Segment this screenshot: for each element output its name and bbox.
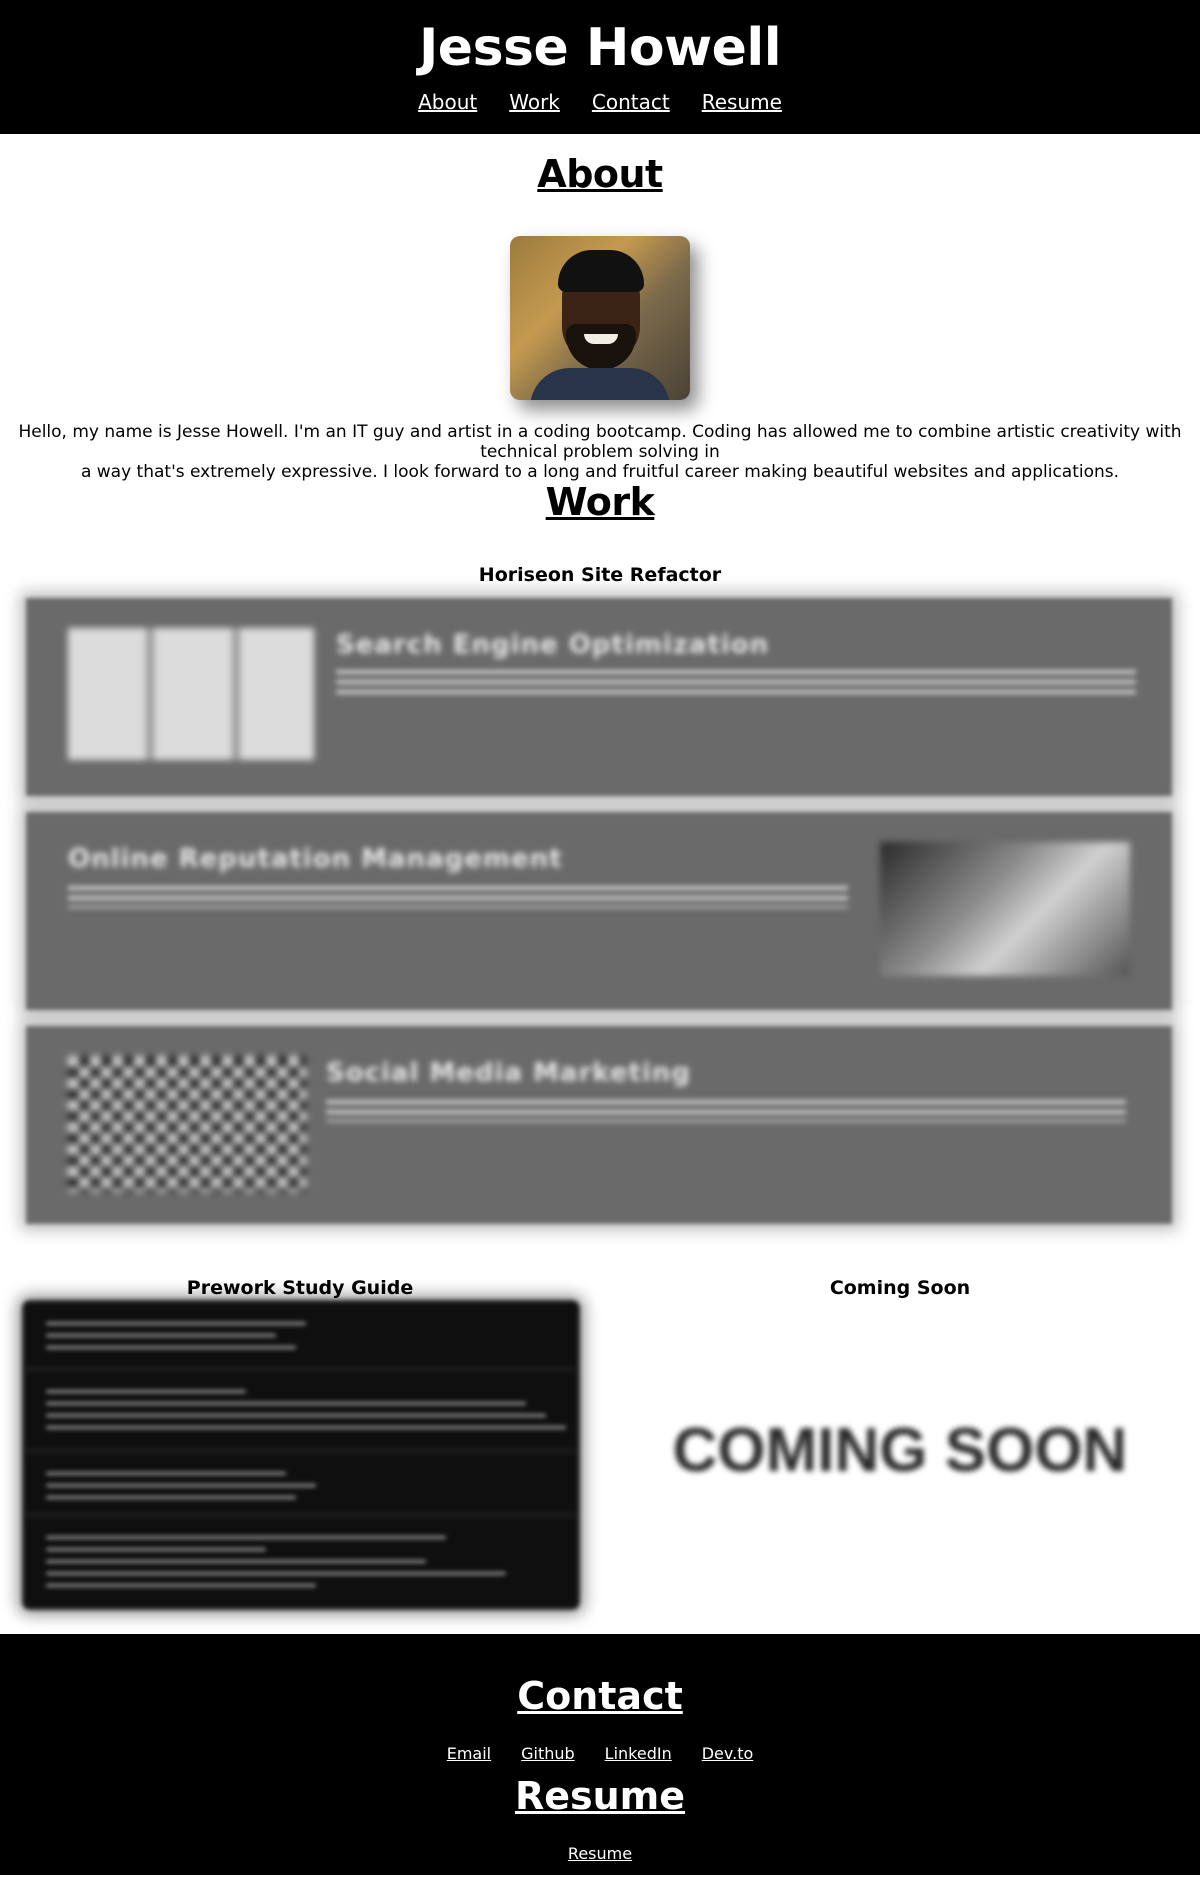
project-title-prework[interactable]: Prework Study Guide — [0, 1277, 600, 1299]
top-nav: About Work Contact Resume — [0, 90, 1200, 114]
nav-link-contact[interactable]: Contact — [592, 90, 670, 114]
coming-soon-image: COMING SOON — [672, 1416, 1128, 1485]
horiseon-card-seo[interactable]: Search Engine Optimization — [26, 598, 1172, 796]
work-heading: Work — [545, 480, 655, 524]
seo-heading: Search Engine Optimization — [336, 630, 770, 660]
nav-link-resume[interactable]: Resume — [702, 90, 782, 114]
contact-link-github[interactable]: Github — [521, 1744, 575, 1763]
social-heading: Social Media Marketing — [326, 1058, 691, 1088]
about-text-line-2: a way that's extremely expressive. I loo… — [80, 462, 1120, 482]
prework-block-css — [26, 1372, 576, 1448]
profile-photo — [510, 236, 690, 400]
reputation-body — [68, 886, 848, 908]
about-text-line-1: Hello, my name is Jesse Howell. I'm an I… — [18, 422, 1182, 462]
about-text: Hello, my name is Jesse Howell. I'm an I… — [0, 422, 1200, 482]
contact-link-email[interactable]: Email — [447, 1744, 491, 1763]
prework-block-javascript — [26, 1518, 576, 1606]
prework-block-git — [26, 1454, 576, 1512]
social-image — [68, 1056, 306, 1192]
profile-photo-hair — [558, 250, 644, 292]
site-header: Jesse Howell About Work Contact Resume — [0, 0, 1200, 134]
seo-image — [68, 628, 314, 760]
prework-block-html — [26, 1304, 576, 1366]
contact-link-linkedin[interactable]: LinkedIn — [605, 1744, 672, 1763]
contact-links: Email Github LinkedIn Dev.to — [0, 1744, 1200, 1763]
resume-heading: Resume — [514, 1774, 686, 1818]
nav-link-about[interactable]: About — [418, 90, 477, 114]
site-footer: Contact Email Github LinkedIn Dev.to Res… — [0, 1634, 1200, 1875]
profile-photo-smile — [584, 334, 618, 344]
reputation-heading: Online Reputation Management — [68, 844, 563, 874]
contact-link-devto[interactable]: Dev.to — [702, 1744, 754, 1763]
prework-screenshot[interactable] — [22, 1300, 580, 1610]
nav-link-work[interactable]: Work — [509, 90, 560, 114]
about-heading: About — [537, 152, 663, 196]
social-body — [326, 1100, 1126, 1122]
horiseon-card-reputation[interactable]: Online Reputation Management — [26, 812, 1172, 1010]
resume-link[interactable]: Resume — [0, 1844, 1200, 1863]
project-title-coming-soon: Coming Soon — [829, 1277, 971, 1299]
contact-heading: Contact — [517, 1674, 683, 1718]
profile-photo-beard — [566, 324, 636, 370]
profile-photo-shirt — [530, 368, 670, 400]
laptop-image — [880, 842, 1130, 976]
project-title-horiseon[interactable]: Horiseon Site Refactor — [0, 564, 1200, 586]
site-title: Jesse Howell — [418, 18, 782, 78]
seo-body — [336, 670, 1136, 694]
horiseon-card-social[interactable]: Social Media Marketing — [26, 1026, 1172, 1224]
